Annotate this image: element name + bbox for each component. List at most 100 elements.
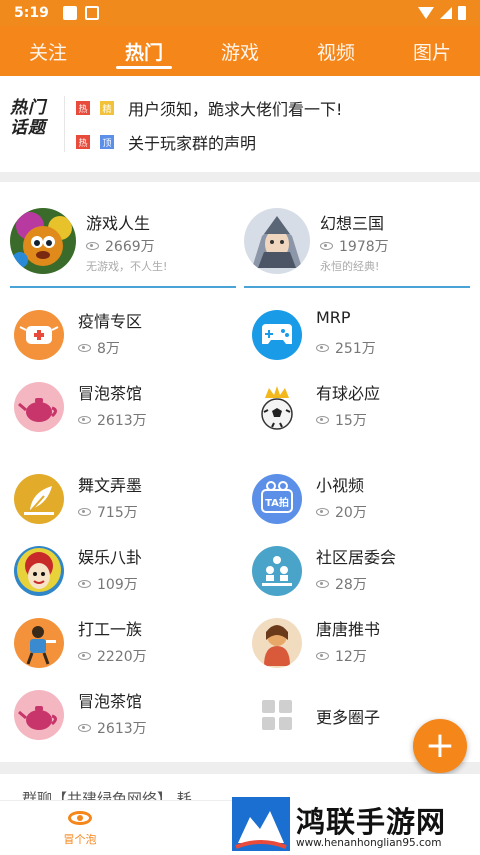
circles-panel: 游戏人生 2669万 无游戏，不人生! 幻想三国 1978万 永恒的经典! 疫情… (0, 182, 480, 762)
notification-a-icon (84, 6, 99, 20)
hot-topics: 热门 话题 热 精 用户须知，跪求大佬们看一下! 热 顶 关于玩家群的声明 (0, 76, 480, 172)
mask-icon (14, 310, 64, 360)
watermark: 鸿联手游网 www.henanhonglian95.com (232, 797, 480, 855)
eye-icon (78, 724, 91, 732)
hot-tag: 热 (76, 101, 90, 115)
view-count: 2613万 (78, 410, 147, 430)
circle-name: 舞文弄墨 (78, 476, 143, 495)
watermark-url: www.henanhonglian95.com (296, 837, 442, 849)
view-count: 15万 (316, 410, 367, 430)
circle-item-teahouse[interactable]: 冒泡茶馆 2613万 (10, 380, 240, 436)
eye-icon (316, 580, 329, 588)
circle-name: 冒泡茶馆 (78, 692, 143, 711)
tab-follow[interactable]: 关注 (0, 26, 96, 76)
divider (64, 96, 65, 152)
view-count: 20万 (316, 502, 367, 522)
circle-item-community[interactable]: 社区居委会 28万 (248, 544, 478, 600)
eye-icon (316, 416, 329, 424)
status-bar: 5:19 (0, 0, 480, 26)
featured-circle-game-life[interactable]: 游戏人生 2669万 无游戏，不人生! (10, 202, 236, 288)
featured-circle-fantasy-three-kingdoms[interactable]: 幻想三国 1978万 永恒的经典! (244, 202, 470, 288)
circle-name: 疫情专区 (78, 312, 143, 331)
hot-topic-title: 关于玩家群的声明 (128, 134, 257, 153)
status-time: 5:19 (14, 5, 49, 21)
hot-topic-item[interactable]: 热 精 用户须知，跪求大佬们看一下! (76, 96, 342, 120)
watermark-logo (232, 797, 290, 851)
notification-square-icon (62, 6, 77, 20)
circle-item-teahouse[interactable]: 冒泡茶馆 2613万 (10, 688, 240, 744)
circle-item-short-video[interactable]: TA拍 小视频 20万 (248, 472, 478, 528)
circle-slogan: 无游戏，不人生! (86, 260, 168, 273)
eye-icon (78, 416, 91, 424)
teapot-icon (14, 690, 64, 740)
tab-hot[interactable]: 热门 (96, 26, 192, 76)
circle-slogan: 永恒的经典! (320, 260, 380, 273)
view-count: 251万 (316, 338, 376, 358)
pinned-tag: 顶 (100, 135, 114, 149)
circle-name: MRP (316, 308, 351, 327)
hot-topic-item[interactable]: 热 顶 关于玩家群的声明 (76, 130, 256, 154)
featured-tag: 精 (100, 101, 114, 115)
circle-name: 有球必应 (316, 384, 381, 403)
eye-icon (86, 242, 99, 250)
game-life-avatar (10, 208, 76, 274)
book-girl-icon (252, 618, 302, 668)
circle-name: 小视频 (316, 476, 365, 495)
circle-name: 社区居委会 (316, 548, 397, 567)
grid-icon (252, 690, 302, 740)
signal-icon (440, 7, 452, 19)
circle-item-gossip[interactable]: 娱乐八卦 109万 (10, 544, 240, 600)
tab-videos[interactable]: 视频 (288, 26, 384, 76)
eye-icon (320, 242, 333, 250)
view-count: 1978万 (320, 236, 389, 256)
add-post-button[interactable]: + (413, 719, 467, 773)
hot-tag: 热 (76, 135, 90, 149)
eye-icon (78, 508, 91, 516)
opera-mask-icon (14, 546, 64, 596)
circle-name: 幻想三国 (320, 214, 385, 233)
eye-icon (316, 508, 329, 516)
more-circles-label: 更多圈子 (316, 708, 381, 727)
eye-icon (68, 811, 92, 825)
fantasy-three-kingdoms-avatar (244, 208, 310, 274)
circle-item-workers[interactable]: 打工一族 2220万 (10, 616, 240, 672)
teapot-icon (14, 382, 64, 432)
tab-images[interactable]: 图片 (384, 26, 480, 76)
circle-name: 打工一族 (78, 620, 143, 639)
eye-icon (78, 580, 91, 588)
plus-icon: + (424, 725, 456, 766)
football-icon (252, 382, 302, 432)
svg-text:TA拍: TA拍 (265, 496, 289, 509)
circle-item-writing[interactable]: 舞文弄墨 715万 (10, 472, 240, 528)
community-icon (252, 546, 302, 596)
watermark-title: 鸿联手游网 (296, 805, 447, 839)
hot-topics-logo: 热门 话题 (10, 98, 46, 138)
hot-topic-title: 用户须知，跪求大佬们看一下! (128, 100, 343, 119)
circle-item-epidemic[interactable]: 疫情专区 8万 (10, 308, 240, 364)
circle-name: 冒泡茶馆 (78, 384, 143, 403)
view-count: 2613万 (78, 718, 147, 738)
view-count: 109万 (78, 574, 138, 594)
tab-games[interactable]: 游戏 (192, 26, 288, 76)
view-count: 12万 (316, 646, 367, 666)
circle-name: 娱乐八卦 (78, 548, 143, 567)
circle-name: 唐唐推书 (316, 620, 381, 639)
gamepad-icon (252, 310, 302, 360)
battery-icon (458, 6, 466, 20)
circle-item-mrp[interactable]: MRP 251万 (248, 308, 478, 364)
top-nav: 关注 热门 游戏 视频 图片 (0, 26, 480, 76)
view-count: 8万 (78, 338, 120, 358)
wifi-icon (418, 7, 434, 19)
bottom-nav-label: 冒个泡 (63, 833, 97, 846)
bottom-nav-bubble[interactable]: 冒个泡 (50, 807, 110, 847)
circle-item-book-recommend[interactable]: 唐唐推书 12万 (248, 616, 478, 672)
view-count: 28万 (316, 574, 367, 594)
ta-video-icon: TA拍 (252, 474, 302, 524)
view-count: 2220万 (78, 646, 147, 666)
worker-icon (14, 618, 64, 668)
eye-icon (316, 344, 329, 352)
eye-icon (316, 652, 329, 660)
circle-item-football[interactable]: 有球必应 15万 (248, 380, 478, 436)
circle-name: 游戏人生 (86, 214, 151, 233)
quill-icon (14, 474, 64, 524)
